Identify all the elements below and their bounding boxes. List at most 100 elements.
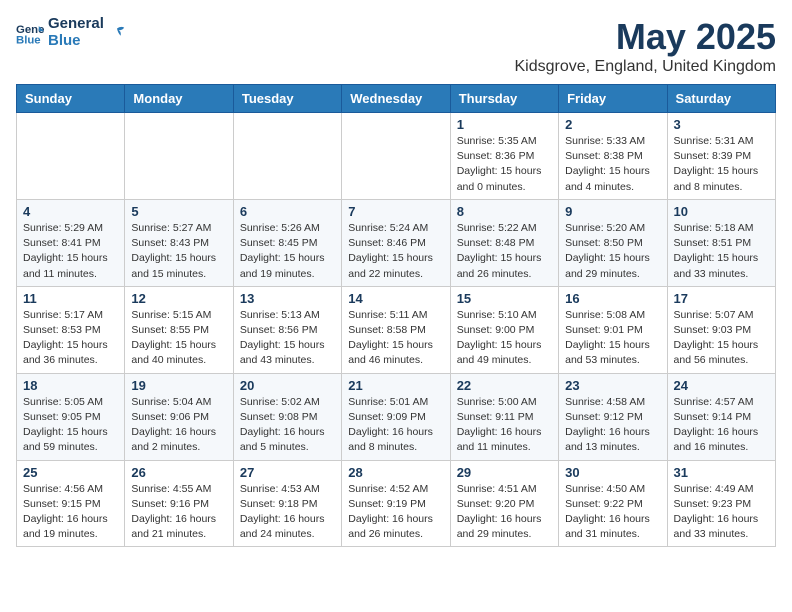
day-info: Sunrise: 4:53 AMSunset: 9:18 PMDaylight:… [240,482,335,543]
day-number: 24 [674,378,769,393]
calendar-cell: 4 Sunrise: 5:29 AMSunset: 8:41 PMDaylight… [17,199,125,286]
day-info: Sunrise: 4:57 AMSunset: 9:14 PMDaylight:… [674,395,769,456]
day-number: 25 [23,465,118,480]
day-info: Sunrise: 5:27 AMSunset: 8:43 PMDaylight:… [131,221,226,282]
day-info: Sunrise: 5:00 AMSunset: 9:11 PMDaylight:… [457,395,552,456]
day-number: 7 [348,204,443,219]
calendar-cell [342,113,450,200]
day-info: Sunrise: 5:04 AMSunset: 9:06 PMDaylight:… [131,395,226,456]
calendar-cell: 21Sunrise: 5:01 AMSunset: 9:09 PMDayligh… [342,373,450,460]
calendar-cell [17,113,125,200]
day-info: Sunrise: 5:10 AMSunset: 9:00 PMDaylight:… [457,308,552,369]
calendar-cell: 26 Sunrise: 4:55 AMSunset: 9:16 PMDayligh… [125,460,233,547]
day-info: Sunrise: 5:20 AMSunset: 8:50 PMDaylight:… [565,221,660,282]
calendar-cell: 30 Sunrise: 4:50 AMSunset: 9:22 PMDayligh… [559,460,667,547]
calendar-cell: 1Sunrise: 5:35 AMSunset: 8:36 PMDaylight… [450,113,558,200]
calendar-cell: 29 Sunrise: 4:51 AMSunset: 9:20 PMDayligh… [450,460,558,547]
calendar-cell: 31Sunrise: 4:49 AMSunset: 9:23 PMDayligh… [667,460,775,547]
day-info: Sunrise: 5:29 AMSunset: 8:41 PMDaylight:… [23,221,118,282]
day-number: 22 [457,378,552,393]
day-info: Sunrise: 4:51 AMSunset: 9:20 PMDaylight:… [457,482,552,543]
column-header-thursday: Thursday [450,85,558,113]
calendar-cell: 14 Sunrise: 5:11 AMSunset: 8:58 PMDayligh… [342,286,450,373]
day-number: 21 [348,378,443,393]
calendar-cell: 3Sunrise: 5:31 AMSunset: 8:39 PMDaylight… [667,113,775,200]
day-number: 1 [457,117,552,132]
day-number: 28 [348,465,443,480]
day-number: 2 [565,117,660,132]
day-info: Sunrise: 4:55 AMSunset: 9:16 PMDaylight:… [131,482,226,543]
calendar-cell: 22 Sunrise: 5:00 AMSunset: 9:11 PMDayligh… [450,373,558,460]
column-header-wednesday: Wednesday [342,85,450,113]
day-number: 31 [674,465,769,480]
day-info: Sunrise: 5:24 AMSunset: 8:46 PMDaylight:… [348,221,443,282]
day-number: 12 [131,291,226,306]
logo: General Blue General Blue [16,16,126,49]
day-number: 8 [457,204,552,219]
day-info: Sunrise: 5:11 AMSunset: 8:58 PMDaylight:… [348,308,443,369]
column-header-sunday: Sunday [17,85,125,113]
logo-general: General [48,16,104,33]
calendar-cell: 9Sunrise: 5:20 AMSunset: 8:50 PMDaylight… [559,199,667,286]
day-number: 11 [23,291,118,306]
calendar-cell: 23Sunrise: 4:58 AMSunset: 9:12 PMDayligh… [559,373,667,460]
day-number: 3 [674,117,769,132]
column-header-monday: Monday [125,85,233,113]
day-number: 17 [674,291,769,306]
calendar-cell: 13Sunrise: 5:13 AMSunset: 8:56 PMDayligh… [233,286,341,373]
day-number: 4 [23,204,118,219]
day-number: 10 [674,204,769,219]
calendar-table: SundayMondayTuesdayWednesdayThursdayFrid… [16,84,776,547]
calendar-cell: 8Sunrise: 5:22 AMSunset: 8:48 PMDaylight… [450,199,558,286]
calendar-cell: 17Sunrise: 5:07 AMSunset: 9:03 PMDayligh… [667,286,775,373]
day-info: Sunrise: 4:50 AMSunset: 9:22 PMDaylight:… [565,482,660,543]
calendar-cell: 16 Sunrise: 5:08 AMSunset: 9:01 PMDayligh… [559,286,667,373]
day-number: 14 [348,291,443,306]
calendar-cell: 25 Sunrise: 4:56 AMSunset: 9:15 PMDayligh… [17,460,125,547]
calendar-cell: 15Sunrise: 5:10 AMSunset: 9:00 PMDayligh… [450,286,558,373]
column-header-tuesday: Tuesday [233,85,341,113]
day-info: Sunrise: 4:56 AMSunset: 9:15 PMDaylight:… [23,482,118,543]
calendar-cell [233,113,341,200]
column-header-saturday: Saturday [667,85,775,113]
day-info: Sunrise: 5:08 AMSunset: 9:01 PMDaylight:… [565,308,660,369]
calendar-cell: 10Sunrise: 5:18 AMSunset: 8:51 PMDayligh… [667,199,775,286]
day-info: Sunrise: 5:15 AMSunset: 8:55 PMDaylight:… [131,308,226,369]
calendar-week-4: 18 Sunrise: 5:05 AMSunset: 9:05 PMDayligh… [17,373,776,460]
calendar-cell: 2 Sunrise: 5:33 AMSunset: 8:38 PMDaylight… [559,113,667,200]
day-number: 30 [565,465,660,480]
day-number: 29 [457,465,552,480]
calendar-cell: 6 Sunrise: 5:26 AMSunset: 8:45 PMDaylight… [233,199,341,286]
day-number: 18 [23,378,118,393]
calendar-header-row: SundayMondayTuesdayWednesdayThursdayFrid… [17,85,776,113]
day-info: Sunrise: 5:02 AMSunset: 9:08 PMDaylight:… [240,395,335,456]
day-info: Sunrise: 5:13 AMSunset: 8:56 PMDaylight:… [240,308,335,369]
calendar-week-2: 4 Sunrise: 5:29 AMSunset: 8:41 PMDaylight… [17,199,776,286]
day-number: 20 [240,378,335,393]
day-number: 16 [565,291,660,306]
day-info: Sunrise: 5:05 AMSunset: 9:05 PMDaylight:… [23,395,118,456]
svg-text:Blue: Blue [16,34,41,46]
day-number: 26 [131,465,226,480]
logo-icon: General Blue [16,19,44,47]
logo-blue: Blue [48,33,104,50]
day-info: Sunrise: 5:17 AMSunset: 8:53 PMDaylight:… [23,308,118,369]
calendar-cell: 12 Sunrise: 5:15 AMSunset: 8:55 PMDayligh… [125,286,233,373]
calendar-cell: 7 Sunrise: 5:24 AMSunset: 8:46 PMDaylight… [342,199,450,286]
calendar-cell: 18 Sunrise: 5:05 AMSunset: 9:05 PMDayligh… [17,373,125,460]
day-number: 6 [240,204,335,219]
calendar-cell: 24 Sunrise: 4:57 AMSunset: 9:14 PMDayligh… [667,373,775,460]
day-number: 27 [240,465,335,480]
location-subtitle: Kidsgrove, England, United Kingdom [515,58,777,76]
calendar-cell [125,113,233,200]
month-title: May 2025 [515,16,777,58]
calendar-week-5: 25 Sunrise: 4:56 AMSunset: 9:15 PMDayligh… [17,460,776,547]
title-block: May 2025 Kidsgrove, England, United King… [515,16,777,76]
column-header-friday: Friday [559,85,667,113]
page-header: General Blue General Blue May 2025 Kidsg… [16,16,776,76]
day-info: Sunrise: 5:26 AMSunset: 8:45 PMDaylight:… [240,221,335,282]
calendar-cell: 19Sunrise: 5:04 AMSunset: 9:06 PMDayligh… [125,373,233,460]
day-info: Sunrise: 5:33 AMSunset: 8:38 PMDaylight:… [565,134,660,195]
day-info: Sunrise: 4:58 AMSunset: 9:12 PMDaylight:… [565,395,660,456]
day-info: Sunrise: 4:52 AMSunset: 9:19 PMDaylight:… [348,482,443,543]
